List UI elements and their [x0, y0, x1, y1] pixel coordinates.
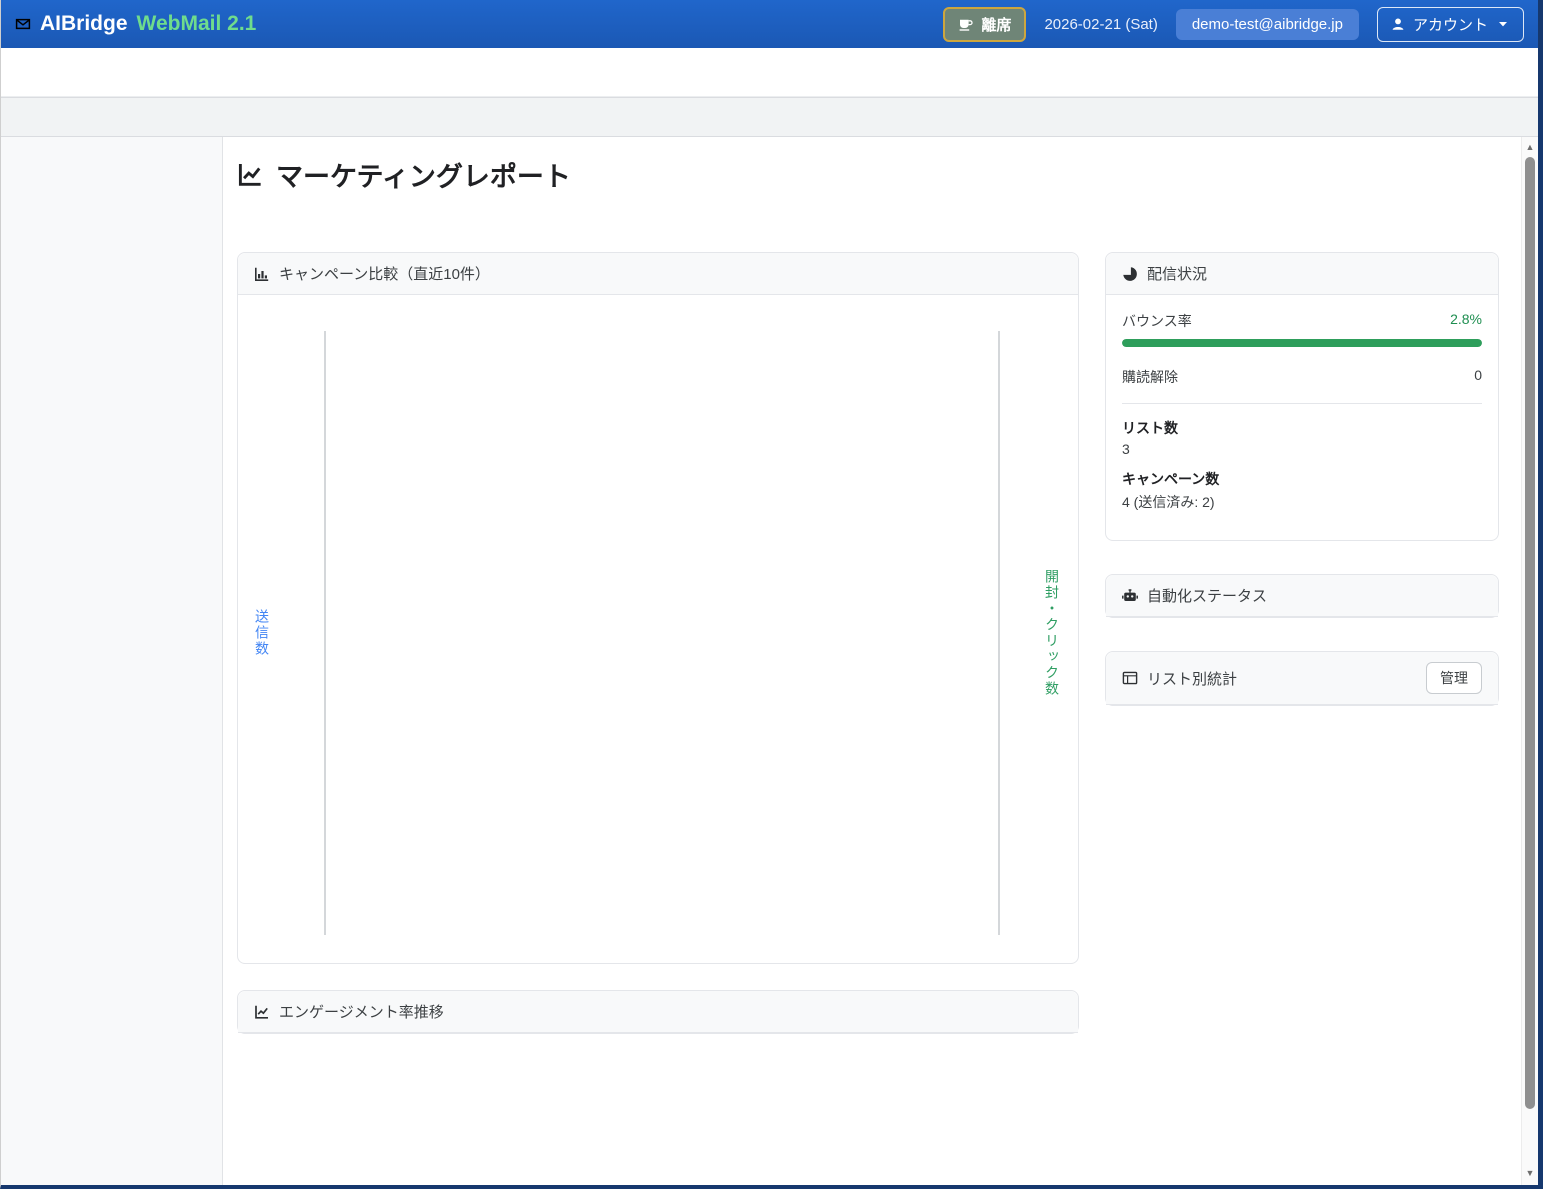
- list-icon: [1122, 670, 1138, 686]
- app-window: AIBridge WebMail 2.1 離席 2026-02-21 (Sat)…: [0, 0, 1543, 1189]
- vertical-scrollbar[interactable]: ▲ ▼: [1521, 137, 1538, 1185]
- campaign-count-label: キャンペーン数: [1122, 469, 1482, 489]
- bounce-rate-label: バウンス率: [1122, 311, 1192, 331]
- chart-plot: [324, 331, 1000, 935]
- manage-lists-button[interactable]: 管理: [1426, 662, 1482, 694]
- chart-line-icon: [254, 1004, 270, 1020]
- robot-icon: [1122, 588, 1138, 604]
- list-stats-header: リスト別統計 管理: [1106, 652, 1498, 705]
- right-axis-label: 開封・クリック数: [1042, 569, 1062, 697]
- account-label: アカウント: [1413, 14, 1488, 35]
- coffee-icon: [958, 16, 974, 32]
- away-status-button[interactable]: 離席: [943, 7, 1026, 42]
- unsubscribe-label: 購読解除: [1122, 367, 1178, 387]
- engagement-header: エンゲージメント率推移: [238, 991, 1078, 1033]
- caret-down-icon: [1495, 16, 1511, 32]
- list-stats-panel: リスト別統計 管理: [1105, 651, 1499, 706]
- away-status-label: 離席: [981, 14, 1011, 35]
- account-menu-button[interactable]: アカウント: [1377, 7, 1524, 42]
- app-version: WebMail 2.1: [137, 12, 257, 36]
- bar-chart-icon: [254, 266, 270, 282]
- engagement-title: エンゲージメント率推移: [279, 1001, 444, 1022]
- scrollbar-thumb[interactable]: [1525, 157, 1535, 1109]
- toolbar: [1, 97, 1538, 137]
- pie-chart-icon: [1122, 266, 1138, 282]
- campaign-chart-panel: キャンペーン比較（直近10件） 送信数 開封・クリック数: [237, 252, 1079, 964]
- engagement-panel: エンゲージメント率推移: [237, 990, 1079, 1034]
- bounce-rate-bar-fill: [1122, 339, 1482, 347]
- automation-status-title: 自動化ステータス: [1147, 585, 1267, 606]
- user-email[interactable]: demo-test@aibridge.jp: [1176, 9, 1359, 40]
- list-count-value: 3: [1122, 441, 1482, 457]
- campaign-chart-header: キャンペーン比較（直近10件）: [238, 253, 1078, 295]
- mail-logo-icon: [15, 16, 31, 32]
- campaign-count-value: 4 (送信済み: 2): [1122, 492, 1482, 512]
- chart-line-icon: [237, 161, 264, 188]
- list-count-label: リスト数: [1122, 418, 1482, 438]
- automation-status-panel: 自動化ステータス: [1105, 574, 1499, 618]
- delivery-status-panel: 配信状況 バウンス率 2.8% 購読解除: [1105, 252, 1499, 541]
- bounce-rate-value: 2.8%: [1450, 311, 1482, 331]
- main-content: マーケティングレポート キャンペーン比較（直近10件） 送信数 開封・クリック数: [223, 137, 1521, 1189]
- top-header: AIBridge WebMail 2.1 離席 2026-02-21 (Sat)…: [1, 0, 1538, 48]
- automation-status-header: 自動化ステータス: [1106, 575, 1498, 617]
- page-title: マーケティングレポート: [237, 155, 1499, 194]
- app-title: AIBridge: [40, 12, 128, 36]
- person-icon: [1390, 16, 1406, 32]
- scroll-up-arrow[interactable]: ▲: [1522, 139, 1538, 155]
- topbar-right: 離席 2026-02-21 (Sat) demo-test@aibridge.j…: [943, 7, 1524, 42]
- campaign-chart-title: キャンペーン比較（直近10件）: [279, 263, 490, 284]
- divider: [1122, 403, 1482, 404]
- scroll-down-arrow[interactable]: ▼: [1522, 1165, 1538, 1181]
- list-stats-title: リスト別統計: [1147, 668, 1237, 689]
- delivery-status-title: 配信状況: [1147, 263, 1207, 284]
- sidebar: [1, 137, 223, 1189]
- current-date: 2026-02-21 (Sat): [1044, 16, 1157, 33]
- campaign-chart: 送信数 開封・クリック数: [238, 295, 1078, 963]
- unsubscribe-value: 0: [1474, 367, 1482, 387]
- main-menu: [1, 48, 1538, 97]
- delivery-status-header: 配信状況: [1106, 253, 1498, 295]
- left-axis-label: 送信数: [252, 609, 272, 657]
- bounce-rate-bar: [1122, 339, 1482, 347]
- page-title-text: マーケティングレポート: [276, 155, 571, 194]
